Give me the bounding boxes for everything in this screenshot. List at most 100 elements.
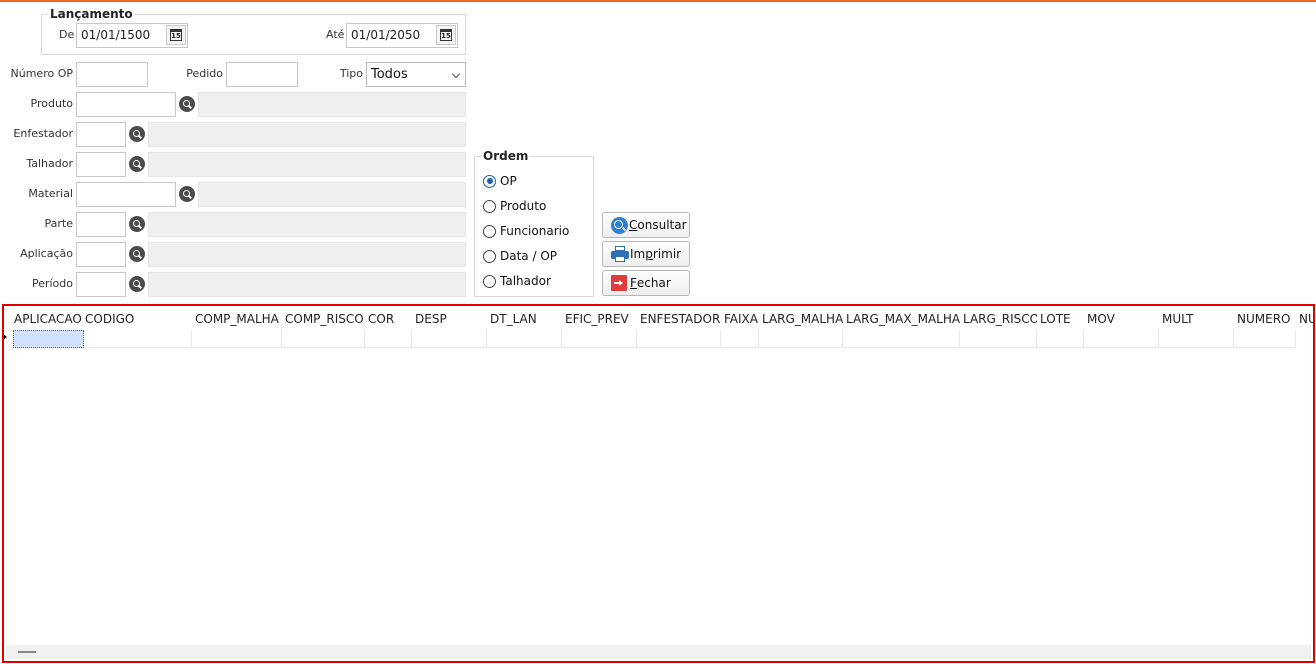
material-search-icon[interactable] [179, 186, 195, 202]
column-header-efic-prev[interactable]: EFIC_PREV [562, 308, 637, 330]
table-cell[interactable] [1084, 330, 1159, 348]
ordem-option-funcionario[interactable]: Funcionario [483, 221, 569, 241]
ordem-option-produto[interactable]: Produto [483, 196, 546, 216]
exit-icon [611, 275, 627, 291]
parte-description-field [148, 212, 466, 237]
parte-search-icon[interactable] [129, 216, 145, 232]
enfestador-search-icon[interactable] [129, 126, 145, 142]
tipo-select-value: Todos [371, 67, 408, 82]
table-cell[interactable] [1159, 330, 1234, 348]
ordem-option-op[interactable]: OP [483, 171, 517, 191]
material-code-input[interactable] [76, 182, 176, 207]
scrollbar-thumb[interactable] [18, 651, 36, 653]
enfestador-label: Enfestador [13, 127, 73, 140]
ordem-option-label: Data / OP [500, 249, 558, 263]
table-cell[interactable] [960, 330, 1037, 348]
aplicacao-code-input[interactable] [76, 242, 126, 267]
enfestador-description-field [148, 122, 466, 147]
periodo-code-input[interactable] [76, 272, 126, 297]
consultar-button[interactable]: Consultar [602, 212, 690, 238]
consultar-label-accel: C [629, 218, 638, 232]
parte-code-input[interactable] [76, 212, 126, 237]
table-cell[interactable] [282, 330, 365, 348]
column-header-dt-lan[interactable]: DT_LAN [487, 308, 562, 330]
imprimir-label-rest: rimir [652, 247, 682, 261]
table-cell[interactable] [1037, 330, 1084, 348]
ordem-option-label: OP [500, 174, 517, 188]
column-header-numero[interactable]: NUMERO [1234, 308, 1296, 330]
table-cell[interactable] [843, 330, 960, 348]
consultar-label-rest: onsultar [637, 218, 687, 232]
column-header-lote[interactable]: LOTE [1037, 308, 1084, 330]
material-label: Material [28, 187, 73, 200]
table-cell[interactable] [1234, 330, 1296, 348]
periodo-search-icon[interactable] [129, 276, 145, 292]
table-cell[interactable] [562, 330, 637, 348]
column-header-larg-malha[interactable]: LARG_MALHA [759, 308, 843, 330]
tipo-select[interactable]: Todos [366, 62, 466, 87]
horizontal-scrollbar[interactable] [6, 645, 1311, 659]
column-header-nu[interactable]: NU [1296, 308, 1313, 330]
pedido-label: Pedido [186, 67, 223, 80]
periodo-label: Período [31, 277, 73, 290]
parte-label: Parte [44, 217, 73, 230]
column-header-larg-risco[interactable]: LARG_RISCO [960, 308, 1037, 330]
produto-description-field [198, 92, 466, 117]
talhador-label: Talhador [26, 157, 73, 170]
ordem-option-label: Produto [500, 199, 547, 213]
fechar-button[interactable]: Fechar [602, 270, 690, 296]
aplicacao-label: Aplicação [20, 247, 73, 260]
printer-icon [611, 246, 629, 262]
search-icon [611, 216, 628, 234]
table-cell[interactable] [487, 330, 562, 348]
produto-search-icon[interactable] [179, 96, 195, 112]
selected-cell[interactable] [13, 330, 84, 348]
ordem-option-talhador[interactable]: Talhador [483, 271, 551, 291]
table-cell[interactable] [192, 330, 282, 348]
periodo-description-field [148, 272, 466, 297]
table-cell[interactable] [365, 330, 412, 348]
table-cell[interactable] [412, 330, 487, 348]
column-header-desp[interactable]: DESP [412, 308, 487, 330]
radio-unchecked-icon [483, 249, 496, 263]
tipo-label: Tipo [339, 67, 363, 80]
calendar-icon: 15 [440, 29, 452, 41]
column-header-larg-max-malha[interactable]: LARG_MAX_MALHA [843, 308, 960, 330]
table-cell[interactable] [637, 330, 721, 348]
table-cell[interactable] [84, 330, 192, 348]
ordem-option-label: Funcionario [500, 224, 570, 238]
aplicacao-search-icon[interactable] [129, 246, 145, 262]
radio-unchecked-icon [483, 224, 496, 238]
produto-code-input[interactable] [76, 92, 176, 117]
column-header-codigo[interactable]: CODIGO [82, 308, 192, 330]
de-calendar-button[interactable]: 15 [166, 25, 186, 45]
table-cell[interactable] [759, 330, 843, 348]
aplicacao-description-field [148, 242, 466, 267]
grid-body: APLICACAO CODIGO COMP_MALHA COMP_RISCO C… [7, 308, 1313, 661]
column-header-cor[interactable]: COR [365, 308, 412, 330]
imprimir-button[interactable]: Im p rimir [602, 241, 690, 267]
radio-checked-icon [483, 174, 496, 188]
radio-unchecked-icon [483, 274, 496, 288]
fechar-label-accel: F [630, 276, 637, 290]
numero-op-input[interactable] [76, 62, 148, 87]
numero-op-label: Número OP [10, 67, 73, 80]
table-cell[interactable] [721, 330, 759, 348]
column-header-aplicacao[interactable]: APLICACAO [11, 308, 83, 330]
column-header-enfestador[interactable]: ENFESTADOR [637, 308, 722, 330]
material-description-field [198, 182, 466, 207]
column-header-mov[interactable]: MOV [1084, 308, 1159, 330]
de-label: De [59, 28, 75, 41]
ate-calendar-button[interactable]: 15 [436, 25, 456, 45]
pedido-input[interactable] [226, 62, 298, 87]
column-header-mult[interactable]: MULT [1159, 308, 1234, 330]
talhador-search-icon[interactable] [129, 156, 145, 172]
column-header-faixa[interactable]: FAIXA [721, 308, 759, 330]
fechar-label-rest: echar [636, 276, 671, 290]
talhador-code-input[interactable] [76, 152, 126, 177]
enfestador-code-input[interactable] [76, 122, 126, 147]
column-header-comp-malha[interactable]: COMP_MALHA [192, 308, 282, 330]
results-grid[interactable]: APLICACAO CODIGO COMP_MALHA COMP_RISCO C… [2, 304, 1315, 663]
column-header-comp-risco[interactable]: COMP_RISCO [282, 308, 365, 330]
ordem-option-data-op[interactable]: Data / OP [483, 246, 557, 266]
